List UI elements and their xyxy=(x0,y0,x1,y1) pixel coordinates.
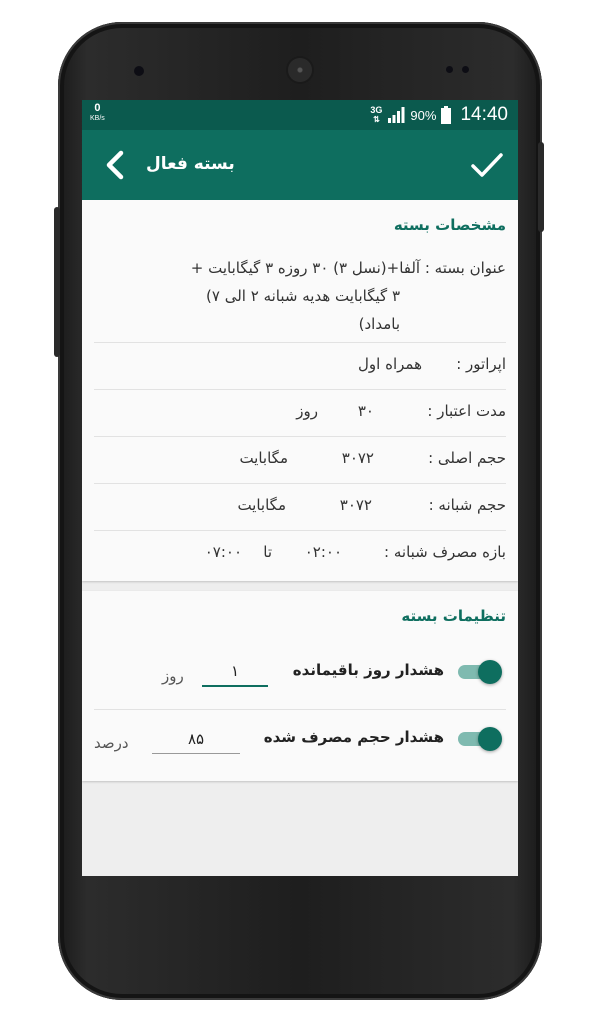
operator-row: اپراتور : همراه اول xyxy=(94,343,506,390)
used-volume-alert-label: هشدار حجم مصرف شده xyxy=(263,728,444,746)
confirm-button[interactable] xyxy=(468,146,506,184)
remaining-days-alert-label: هشدار روز باقیمانده xyxy=(292,661,444,679)
page-title: بسته فعال xyxy=(146,154,235,174)
night-volume-label: حجم شبانه : xyxy=(428,496,506,514)
data-speed-indicator: 0 KB/s xyxy=(90,102,105,123)
sensor-right xyxy=(462,66,469,73)
switch-thumb xyxy=(478,727,502,751)
network-type: 3G xyxy=(370,105,383,115)
battery-icon xyxy=(441,106,452,124)
operator-value: همراه اول xyxy=(358,355,422,373)
package-settings-title: تنظیمات بسته xyxy=(401,607,506,625)
screen: 0 KB/s 3G ⇅ 90% 14:40 بسته فعال مشخصات ب… xyxy=(82,100,518,876)
night-period-to: ۰۷:۰۰ xyxy=(204,543,242,561)
volume-button xyxy=(54,207,60,357)
night-period-row: بازه مصرف شبانه : ۰۲:۰۰ تا ۰۷:۰۰ xyxy=(94,531,506,581)
package-title-text: عنوان بسته : آلفا+(نسل ۳) ۳۰ روزه ۳ گیگا… xyxy=(96,254,506,338)
main-volume-label: حجم اصلی : xyxy=(428,449,506,467)
data-arrows-icon: ⇅ xyxy=(373,115,380,124)
package-title-line-1: عنوان بسته : آلفا+(نسل ۳) ۳۰ روزه ۳ گیگا… xyxy=(190,259,506,277)
network-type-indicator: 3G ⇅ xyxy=(370,105,383,125)
remaining-days-input[interactable] xyxy=(202,657,268,687)
power-button xyxy=(538,142,544,232)
used-volume-input[interactable] xyxy=(152,725,240,754)
package-details-title: مشخصات بسته xyxy=(393,216,506,234)
signal-icon xyxy=(388,107,405,123)
check-icon xyxy=(471,153,503,177)
chevron-left-icon xyxy=(106,150,124,180)
battery-percent: 90% xyxy=(410,107,437,123)
main-volume-unit: مگابایت xyxy=(239,449,288,467)
package-title-line-2: ۳ گیگابایت هدیه شبانه ۲ الی ۷) xyxy=(206,287,400,305)
main-volume-value: ۳۰۷۲ xyxy=(341,449,374,467)
validity-value: ۳۰ xyxy=(357,402,374,420)
switch-thumb xyxy=(478,660,502,684)
validity-label: مدت اعتبار : xyxy=(427,402,506,420)
earpiece-speaker xyxy=(288,58,312,82)
validity-row: مدت اعتبار : ۳۰ روز xyxy=(94,390,506,437)
package-title-row: عنوان بسته : آلفا+(نسل ۳) ۳۰ روزه ۳ گیگا… xyxy=(94,240,506,343)
package-details-card: مشخصات بسته عنوان بسته : آلفا+(نسل ۳) ۳۰… xyxy=(82,200,518,581)
used-volume-alert-switch[interactable] xyxy=(456,726,504,751)
front-camera xyxy=(134,66,144,76)
night-volume-row: حجم شبانه : ۳۰۷۲ مگابایت xyxy=(94,484,506,531)
data-speed-unit: KB/s xyxy=(90,115,105,122)
remaining-days-unit: روز xyxy=(162,667,184,685)
night-period-label: بازه مصرف شبانه : xyxy=(384,543,506,561)
used-volume-unit: درصد xyxy=(94,734,129,752)
night-volume-value: ۳۰۷۲ xyxy=(339,496,372,514)
remaining-days-alert-switch[interactable] xyxy=(456,659,504,684)
night-period-from: ۰۲:۰۰ xyxy=(304,543,342,561)
night-volume-unit: مگابایت xyxy=(237,496,286,514)
package-title-line-3: بامداد) xyxy=(358,315,400,333)
main-volume-row: حجم اصلی : ۳۰۷۲ مگابایت xyxy=(94,437,506,484)
sensor-left xyxy=(446,66,453,73)
operator-label: اپراتور : xyxy=(456,355,506,373)
validity-unit: روز xyxy=(296,402,318,420)
back-button[interactable] xyxy=(100,148,134,182)
status-bar: 0 KB/s 3G ⇅ 90% 14:40 xyxy=(82,100,518,130)
status-clock: 14:40 xyxy=(460,104,508,125)
package-settings-card: تنظیمات بسته هشدار روز باقیمانده روز هشد… xyxy=(82,591,518,781)
settings-divider xyxy=(94,709,506,710)
app-bar: بسته فعال xyxy=(82,130,518,200)
data-speed-value: 0 xyxy=(94,102,101,114)
night-period-to-word: تا xyxy=(263,543,272,561)
